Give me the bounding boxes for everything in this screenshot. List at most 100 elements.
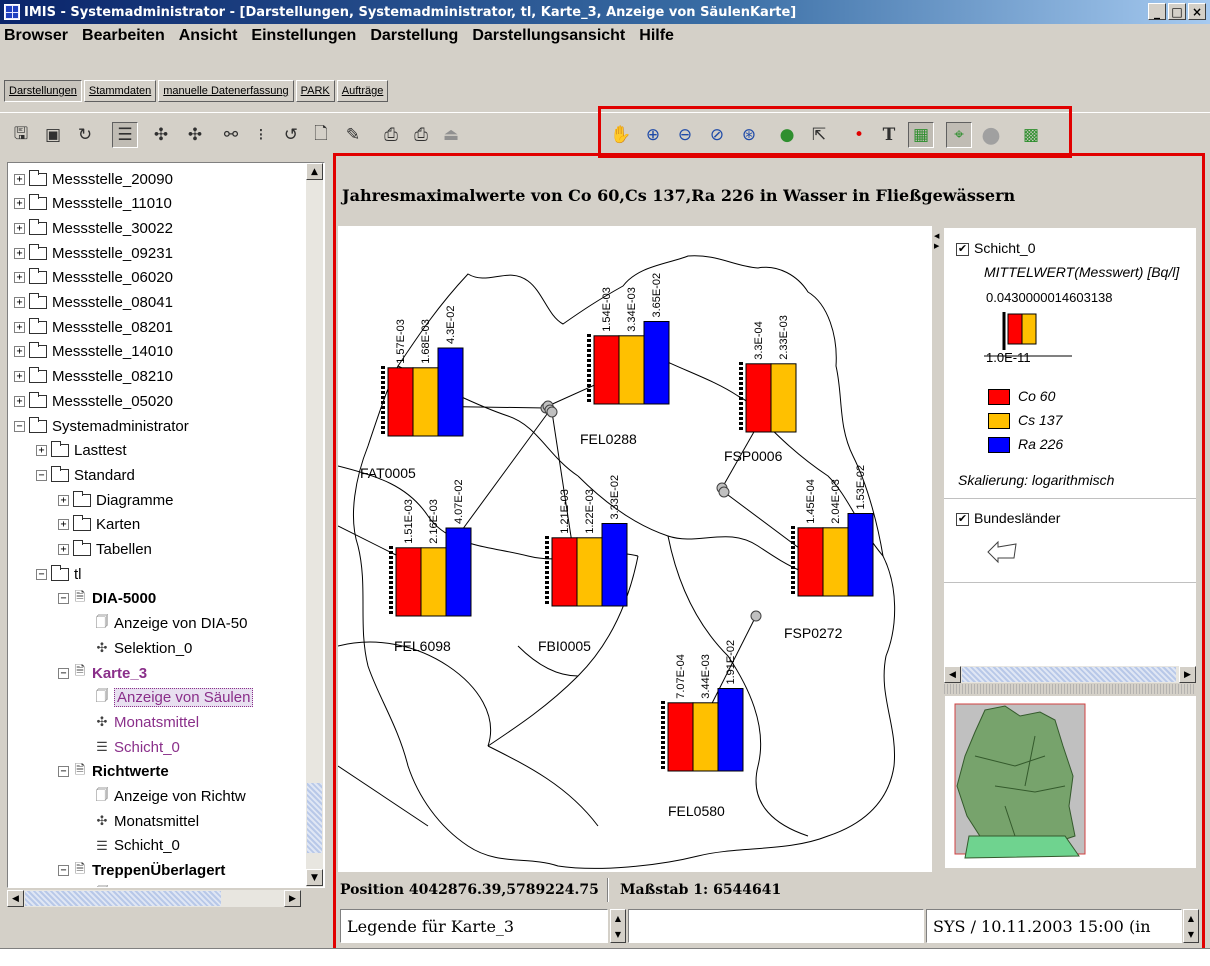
folder-icon [29,268,47,285]
menu-darstellungsansicht[interactable]: Darstellungsansicht [472,27,625,45]
menu-browser[interactable]: Browser [4,27,68,45]
tree-item[interactable]: − 🗎 TreppenÜberlagert [58,859,225,883]
tree-item[interactable]: 🗍 Anzeige von Richtw [80,785,246,809]
tree-item-label: Messstelle_08201 [52,318,173,336]
tab-darstellungen[interactable]: Darstellungen [4,80,82,102]
scroll-up-icon[interactable]: ▲ [306,163,323,180]
rotate-icon[interactable]: ↺ [278,122,304,148]
tree-item[interactable]: − tl [36,562,82,586]
menu-bar: Browser Bearbeiten Ansicht Einstellungen… [0,24,1210,48]
expand-icon[interactable]: + [14,272,25,284]
table-view-icon[interactable]: ☰ [112,122,138,148]
tree-item[interactable]: + Messstelle_14010 [14,340,173,364]
tree-item[interactable]: − 🗎 Karte_3 [58,661,147,685]
tree-item[interactable]: + Messstelle_08041 [14,291,173,315]
menu-ansicht[interactable]: Ansicht [179,27,238,45]
save-icon[interactable]: 🖫 [8,122,34,148]
selection-icon[interactable]: ✣ [148,122,174,148]
expand-icon[interactable]: + [14,346,25,358]
scroll-down-icon[interactable]: ▼ [306,869,323,886]
window-title: IMIS - Systemadministrator - [Darstellun… [24,4,797,20]
expand-icon[interactable]: + [58,544,69,555]
tree-item[interactable]: 🗍 Anzeige von Treppe [80,883,248,887]
collapse-icon[interactable]: − [58,766,69,778]
tree-item[interactable]: + Messstelle_06020 [14,266,173,290]
tree-item[interactable]: + Messstelle_20090 [14,167,173,191]
collapse-icon[interactable]: − [36,568,47,580]
expand-icon[interactable]: + [58,519,69,531]
collapse-icon[interactable]: − [36,469,47,481]
tree-item[interactable]: ✣ Monatsmittel [80,809,199,833]
status-strip [0,948,1210,966]
collapse-icon[interactable]: − [58,667,69,679]
close-button[interactable]: × [1188,3,1206,20]
tree-vertical-scrollbar[interactable]: ▲ ▼ [306,163,323,887]
expand-icon[interactable]: + [36,445,47,457]
expand-icon[interactable]: + [14,222,25,234]
tab-manuelle-datenerfassung[interactable]: manuelle Datenerfassung [158,80,294,102]
tab-auftraege[interactable]: Aufträge [336,80,389,102]
tab-stammdaten[interactable]: Stammdaten [83,80,157,102]
tree-item[interactable]: + Messstelle_30022 [14,216,173,240]
folder-icon [29,194,47,211]
tree-item[interactable]: ✣ Monatsmittel [80,710,199,734]
open-icon[interactable]: ▣ [40,122,66,148]
collapse-icon[interactable]: − [58,593,69,605]
link-icon[interactable]: ⚯ [218,122,244,148]
export-icon[interactable]: ⏏ [438,122,464,148]
expand-icon[interactable]: + [14,395,25,407]
new-doc-icon[interactable]: 🗋 [308,122,334,148]
print-icon[interactable]: ⎙ [378,122,404,148]
tree-item[interactable]: ☰ Schicht_0 [80,735,180,759]
collapse-icon[interactable]: − [14,420,25,432]
folder-icon [29,342,47,359]
tree-item[interactable]: + Diagramme [58,488,174,512]
scroll-right-icon[interactable]: ▶ [284,890,301,907]
menu-darstellung[interactable]: Darstellung [370,27,458,45]
tab-park[interactable]: PARK [295,80,335,102]
tree-item-label: Messstelle_20090 [52,170,173,188]
collapse-icon[interactable]: − [58,865,69,877]
list-icon[interactable]: ⁝ [248,122,274,148]
window-controls: _ □ × [1148,3,1206,20]
tree-item[interactable]: − 🗎 Richtwerte [58,760,169,784]
tree-item[interactable]: + Lasttest [36,439,127,463]
tree-item[interactable]: ✣ Selektion_0 [80,636,193,660]
scroll-left-icon[interactable]: ◀ [7,890,24,907]
refresh-icon[interactable]: ↻ [72,122,98,148]
tree-item[interactable]: ☰ Schicht_0 [80,834,180,858]
tree-item[interactable]: + Tabellen [58,538,152,562]
tree-item[interactable]: + Messstelle_09231 [14,241,173,265]
print-preview-icon[interactable]: ⎙ [408,122,434,148]
tree-scroll-thumb[interactable] [307,783,322,853]
tree-horizontal-scrollbar[interactable]: ◀ ▶ [7,890,301,907]
expand-icon[interactable]: + [14,247,25,259]
tree-item[interactable]: + Messstelle_08201 [14,315,173,339]
tree-hscroll-thumb[interactable] [25,891,221,906]
tree-item[interactable]: − Systemadministrator [14,414,189,438]
tree-item-label: Anzeige von DIA-50 [114,615,248,633]
expand-icon[interactable]: + [58,494,69,506]
minimize-button[interactable]: _ [1148,3,1166,20]
folder-icon [51,465,69,482]
tree-item[interactable]: + Messstelle_08210 [14,365,173,389]
tree-item[interactable]: − Standard [36,463,135,487]
maximize-button[interactable]: □ [1168,3,1186,20]
tree-item[interactable]: + Karten [58,513,140,537]
expand-icon[interactable]: + [14,198,25,210]
tree-item[interactable]: − 🗎 DIA-5000 [58,587,156,611]
expand-icon[interactable]: + [14,173,25,185]
expand-icon[interactable]: + [14,321,25,333]
expand-icon[interactable]: + [14,297,25,308]
menu-einstellungen[interactable]: Einstellungen [251,27,356,45]
folder-icon [73,515,91,532]
edit-doc-icon[interactable]: ✎ [340,122,366,148]
tree-item[interactable]: + Messstelle_05020 [14,389,173,413]
expand-icon[interactable]: + [14,371,25,383]
tree-item[interactable]: 🗍 Anzeige von Säulen [80,686,254,710]
tree-item[interactable]: 🗍 Anzeige von DIA-50 [80,612,248,636]
tree-item[interactable]: + Messstelle_11010 [14,192,172,216]
menu-hilfe[interactable]: Hilfe [639,27,674,45]
menu-bearbeiten[interactable]: Bearbeiten [82,27,165,45]
selection-edit-icon[interactable]: ✣ [182,122,208,148]
